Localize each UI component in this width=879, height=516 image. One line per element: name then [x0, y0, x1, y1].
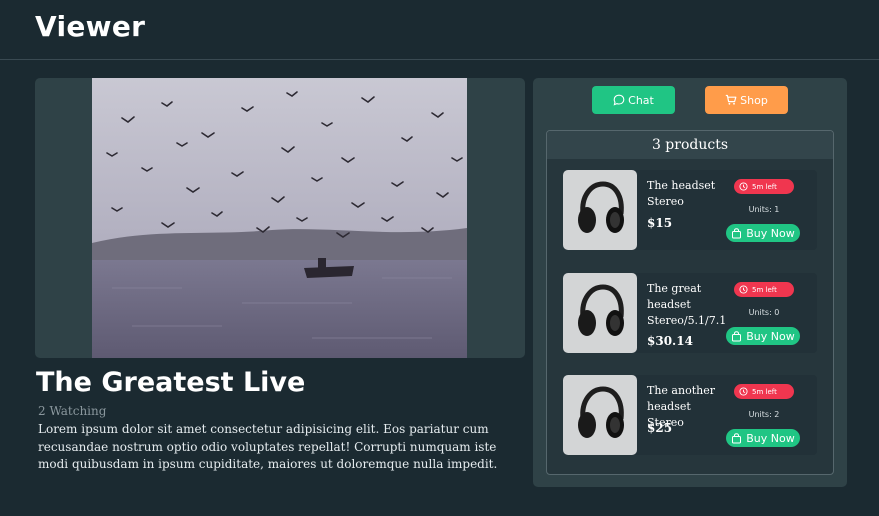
app-header: Viewer — [0, 0, 879, 60]
timer-label: 5m left — [752, 182, 777, 191]
app-title: Viewer — [35, 10, 146, 43]
timer-badge: 5m left — [734, 179, 794, 194]
timer-badge: 5m left — [734, 384, 794, 399]
product-card[interactable]: The great headset Stereo/5.1/7.1 $30.14 … — [563, 273, 817, 353]
viewer-count: 2 Watching — [38, 404, 107, 418]
chat-tab-label: Chat — [628, 93, 654, 107]
headphones-icon — [578, 181, 624, 233]
products-count: 3 products — [547, 131, 833, 159]
timer-icon — [739, 182, 748, 191]
cart-icon — [725, 94, 737, 105]
product-card[interactable]: The headset Stereo $15 5m left Units: 1 … — [563, 170, 817, 250]
units-label: Units: 2 — [748, 410, 780, 419]
stream-title: The Greatest Live — [36, 367, 306, 398]
shop-tab-label: Shop — [740, 93, 768, 107]
product-image — [563, 273, 637, 353]
buy-now-button[interactable]: Buy Now — [726, 327, 800, 345]
timer-icon — [739, 285, 748, 294]
product-image — [563, 375, 637, 455]
timer-icon — [739, 387, 748, 396]
shopping-bag-icon — [732, 330, 742, 341]
buy-now-button[interactable]: Buy Now — [726, 429, 800, 447]
product-price: $30.14 — [647, 334, 693, 348]
video-frame[interactable] — [92, 78, 467, 358]
timer-label: 5m left — [752, 387, 777, 396]
stream-description: Lorem ipsum dolor sit amet consectetur a… — [38, 422, 498, 471]
buy-now-label: Buy Now — [746, 431, 795, 445]
video-scene-image — [92, 78, 467, 358]
buy-now-label: Buy Now — [746, 329, 795, 343]
buy-now-label: Buy Now — [746, 226, 795, 240]
shopping-bag-icon — [732, 432, 742, 443]
video-player[interactable] — [35, 78, 525, 358]
product-price: $25 — [647, 421, 673, 435]
product-card[interactable]: The another headset Stereo $25 5m left U… — [563, 375, 817, 455]
chat-bubble-icon — [613, 94, 625, 106]
units-label: Units: 1 — [748, 205, 780, 214]
timer-badge: 5m left — [734, 282, 794, 297]
headphones-icon — [578, 386, 624, 438]
shopping-bag-icon — [732, 227, 742, 238]
units-label: Units: 0 — [748, 308, 780, 317]
buy-now-button[interactable]: Buy Now — [726, 224, 800, 242]
products-list: 3 products The headset Stereo $15 5m lef… — [546, 130, 834, 475]
product-name: The headset Stereo — [647, 179, 716, 208]
headphones-icon — [578, 284, 624, 336]
shop-tab-button[interactable]: Shop — [705, 86, 788, 114]
timer-label: 5m left — [752, 285, 777, 294]
chat-tab-button[interactable]: Chat — [592, 86, 675, 114]
product-price: $15 — [647, 216, 673, 230]
product-name: The great headset Stereo/5.1/7.1 — [647, 282, 727, 327]
side-panel: Chat Shop 3 products The headset Stereo … — [533, 78, 847, 487]
product-image — [563, 170, 637, 250]
